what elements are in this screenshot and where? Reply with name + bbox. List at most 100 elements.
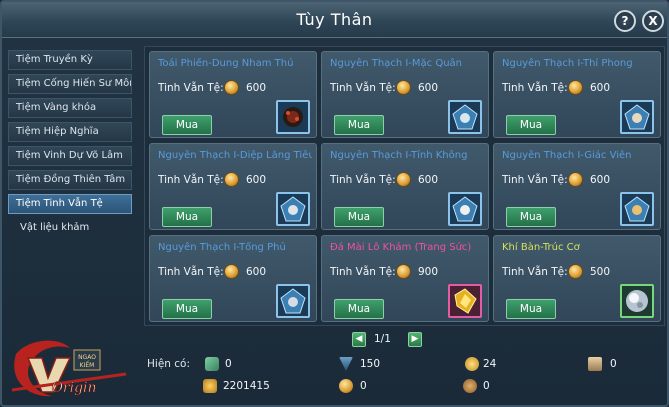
buy-button[interactable]: Mua — [162, 299, 212, 319]
currency-value: 0 — [610, 358, 617, 370]
star-coin-icon — [224, 80, 239, 95]
item-pentagon-stone-icon[interactable] — [448, 192, 482, 226]
title-bar: Tùy Thân ? X — [2, 2, 667, 38]
window-title: Tùy Thân — [296, 10, 373, 29]
product-card: Nguyên Thạch I-Diệp Lăng Tiêu Tinh Vẫn T… — [149, 143, 317, 230]
shop-window: Tùy Thân ? X Tiệm Truyền Kỳ Tiệm Cống Hi… — [0, 0, 669, 407]
sidebar-item-tiem-tinh-van-te[interactable]: Tiệm Tinh Vẫn Tệ — [8, 194, 132, 214]
game-logo: NGAO KIẾM Origin — [8, 334, 133, 404]
price-label: Tinh Vẫn Tệ: — [502, 82, 568, 94]
question-icon: ? — [621, 14, 629, 28]
buy-button[interactable]: Mua — [334, 299, 384, 319]
buy-button[interactable]: Mua — [506, 115, 556, 135]
scroll-icon — [588, 357, 602, 371]
star-coin-icon — [396, 264, 411, 279]
star-coin-icon — [396, 172, 411, 187]
product-card: Khí Bàn-Trúc Cơ Tinh Vẫn Tệ: 500 Mua — [493, 235, 661, 322]
sidebar-item-tiem-vinh-du-vo-lam[interactable]: Tiệm Vinh Dự Võ Lâm — [8, 146, 132, 166]
item-pentagon-stone-icon[interactable] — [448, 100, 482, 134]
svg-text:KIẾM: KIẾM — [80, 361, 95, 369]
price-value: 600 — [590, 174, 611, 186]
product-card: Nguyên Thạch I-Mặc Quân Tinh Vẫn Tệ: 600… — [321, 51, 489, 138]
product-name: Nguyên Thạch I-Mặc Quân — [330, 58, 463, 69]
price-value: 600 — [246, 174, 267, 186]
item-pentagon-stone-icon[interactable] — [276, 284, 310, 318]
product-grid: Toái Phiến-Dung Nham Thú Tinh Vẫn Tệ: 60… — [144, 46, 665, 326]
currency-label: Hiện có: — [147, 358, 190, 370]
price-value: 900 — [418, 266, 439, 278]
product-name: Nguyên Thạch I-Diệp Lăng Tiêu — [158, 150, 312, 161]
price-label: Tinh Vẫn Tệ: — [502, 266, 568, 278]
star-coin-icon — [339, 379, 353, 393]
close-button[interactable]: X — [642, 10, 664, 32]
buy-button[interactable]: Mua — [162, 115, 212, 135]
price-value: 600 — [418, 82, 439, 94]
sidebar-item-tiem-cong-hien-su-mon[interactable]: Tiệm Cống Hiến Sư Môn — [8, 74, 132, 94]
product-name: Nguyên Thạch I-Tỉnh Không — [330, 150, 468, 161]
item-gold-gem-icon[interactable] — [448, 284, 482, 318]
triangle-right-icon: ▶ — [411, 334, 419, 344]
gold-coin-icon — [465, 357, 479, 371]
product-name: Đá Mài Lỗ Khảm (Trang Sức) — [330, 242, 472, 253]
help-button[interactable]: ? — [614, 10, 636, 32]
currency-value: 2201415 — [223, 380, 270, 392]
badge-icon — [339, 357, 353, 371]
product-card: Nguyên Thạch I-Giác Viễn Tinh Vẫn Tệ: 60… — [493, 143, 661, 230]
product-name: Toái Phiến-Dung Nham Thú — [158, 58, 294, 69]
buy-button[interactable]: Mua — [334, 207, 384, 227]
price-label: Tinh Vẫn Tệ: — [330, 266, 396, 278]
jade-ticket-icon — [205, 357, 219, 371]
svg-text:Origin: Origin — [51, 380, 96, 396]
price-label: Tinh Vẫn Tệ: — [158, 266, 224, 278]
currency-value: 0 — [483, 380, 490, 392]
product-card: Nguyên Thạch I-Thí Phong Tinh Vẫn Tệ: 60… — [493, 51, 661, 138]
product-card: Toái Phiến-Dung Nham Thú Tinh Vẫn Tệ: 60… — [149, 51, 317, 138]
star-coin-icon — [396, 80, 411, 95]
sidebar-subitem-vat-lieu-kham[interactable]: Vật liệu khảm — [8, 218, 134, 238]
product-name: Khí Bàn-Trúc Cơ — [502, 242, 580, 253]
shop-category-sidebar: Tiệm Truyền Kỳ Tiệm Cống Hiến Sư Môn Tiệ… — [8, 50, 134, 238]
gold-ingot-icon — [203, 379, 217, 393]
price-value: 600 — [246, 266, 267, 278]
price-label: Tinh Vẫn Tệ: — [330, 82, 396, 94]
product-name: Nguyên Thạch I-Thí Phong — [502, 58, 633, 69]
buy-button[interactable]: Mua — [162, 207, 212, 227]
currency-value: 150 — [360, 358, 381, 370]
buy-button[interactable]: Mua — [506, 207, 556, 227]
price-value: 600 — [418, 174, 439, 186]
currency-value: 0 — [360, 380, 367, 392]
sidebar-item-tiem-truyen-ky[interactable]: Tiệm Truyền Kỳ — [8, 50, 132, 70]
product-name: Nguyên Thạch I-Tổng Phủ — [158, 242, 286, 253]
star-coin-icon — [568, 80, 583, 95]
sidebar-item-tiem-dong-thien-tam[interactable]: Tiệm Đồng Thiên Tâm — [8, 170, 132, 190]
next-page-button[interactable]: ▶ — [408, 332, 422, 347]
svg-text:NGAO: NGAO — [78, 354, 96, 361]
star-coin-icon — [224, 264, 239, 279]
page-indicator: 1/1 — [374, 333, 391, 345]
buy-button[interactable]: Mua — [334, 115, 384, 135]
sidebar-item-tiem-vang-khoa[interactable]: Tiệm Vàng khóa — [8, 98, 132, 118]
item-pentagon-stone-icon[interactable] — [620, 192, 654, 226]
item-pentagon-stone-icon[interactable] — [620, 100, 654, 134]
pagination: ◀ 1/1 ▶ — [352, 332, 432, 348]
price-value: 600 — [590, 82, 611, 94]
bronze-medal-icon — [463, 379, 477, 393]
sidebar-item-tiem-hiep-nghia[interactable]: Tiệm Hiệp Nghĩa — [8, 122, 132, 142]
item-lava-beast-fragment-icon[interactable] — [276, 100, 310, 134]
price-label: Tinh Vẫn Tệ: — [158, 174, 224, 186]
close-icon: X — [648, 14, 658, 28]
buy-button[interactable]: Mua — [506, 299, 556, 319]
star-coin-icon — [224, 172, 239, 187]
currency-value: 0 — [225, 358, 232, 370]
prev-page-button[interactable]: ◀ — [352, 332, 366, 347]
price-label: Tinh Vẫn Tệ: — [158, 82, 224, 94]
product-card: Nguyên Thạch I-Tổng Phủ Tinh Vẫn Tệ: 600… — [149, 235, 317, 322]
item-pentagon-stone-icon[interactable] — [276, 192, 310, 226]
star-coin-icon — [568, 264, 583, 279]
star-coin-icon — [568, 172, 583, 187]
product-card: Nguyên Thạch I-Tỉnh Không Tinh Vẫn Tệ: 6… — [321, 143, 489, 230]
price-label: Tinh Vẫn Tệ: — [502, 174, 568, 186]
item-silver-orb-icon[interactable] — [620, 284, 654, 318]
product-name: Nguyên Thạch I-Giác Viễn — [502, 150, 632, 161]
product-card: Đá Mài Lỗ Khảm (Trang Sức) Tinh Vẫn Tệ: … — [321, 235, 489, 322]
